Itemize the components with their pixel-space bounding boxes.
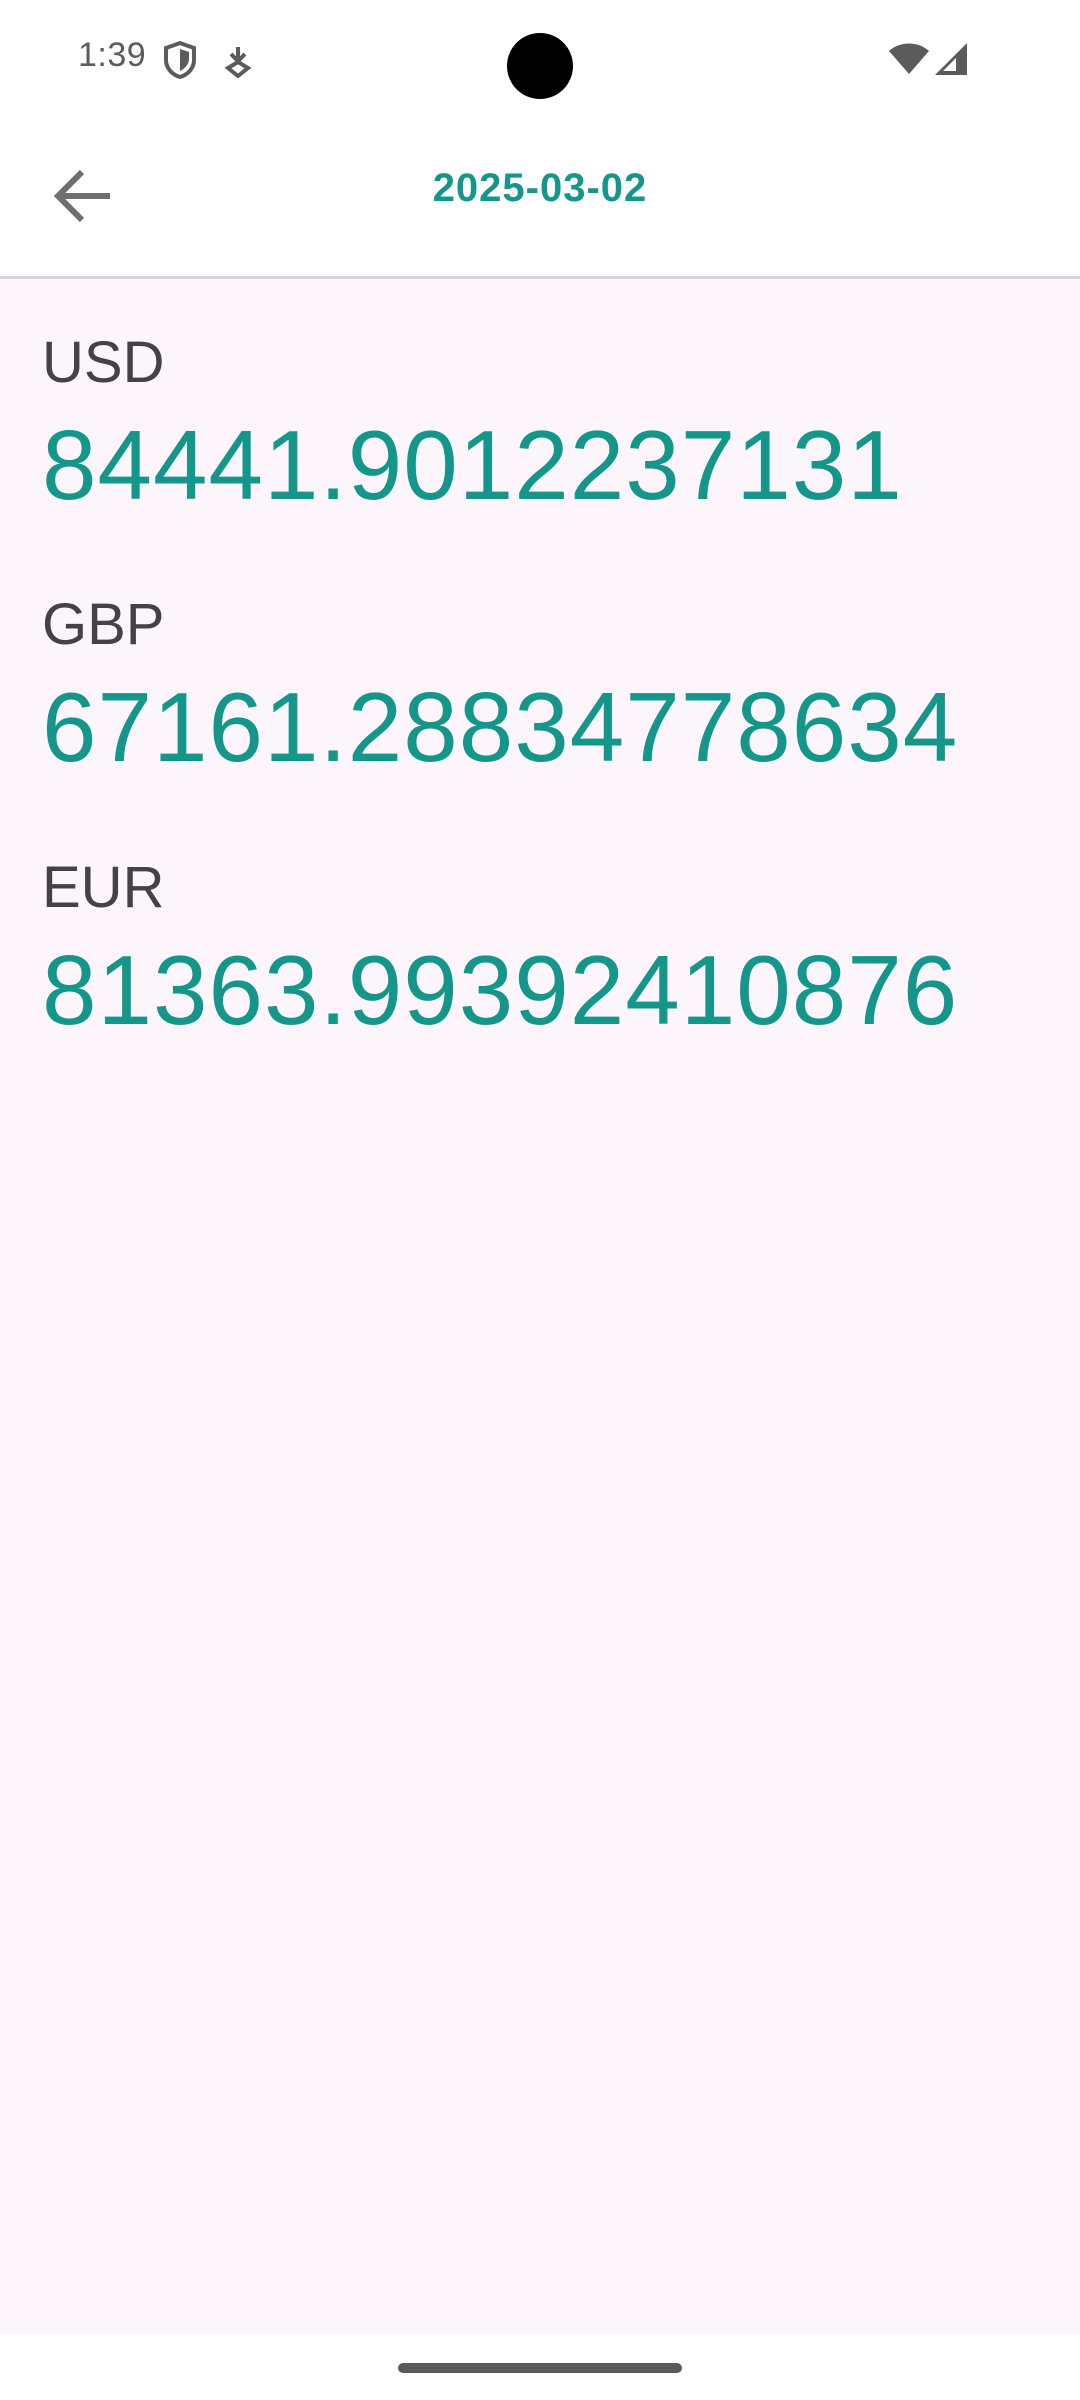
app-bar: 2025-03-02 — [0, 120, 1080, 279]
home-indicator[interactable] — [398, 2363, 682, 2373]
wifi-icon — [888, 42, 930, 81]
currency-code: EUR — [42, 855, 165, 920]
rates-list: USD 84441.9012237131 GBP 67161.288347786… — [0, 279, 1080, 2334]
list-item: USD 84441.9012237131 — [42, 330, 903, 520]
currency-code: USD — [42, 330, 165, 395]
list-item: GBP 67161.28834778634 — [42, 592, 959, 782]
signal-icon — [934, 42, 968, 81]
list-item: EUR 81363.99392410876 — [42, 855, 959, 1045]
download-icon — [224, 44, 252, 83]
status-bar: 1:39 — [0, 0, 1080, 120]
navigation-bar — [0, 2334, 1080, 2400]
currency-value: 84441.9012237131 — [42, 410, 903, 520]
camera-cutout — [507, 33, 573, 99]
currency-code: GBP — [42, 592, 165, 657]
shield-icon — [162, 40, 198, 85]
page-title: 2025-03-02 — [432, 166, 648, 210]
status-time: 1:39 — [78, 36, 147, 74]
currency-value: 67161.28834778634 — [42, 672, 959, 782]
screen: 1:39 2025-03-02 USD 84441.9012237131 GBP… — [0, 0, 1080, 2400]
currency-value: 81363.99392410876 — [42, 935, 959, 1045]
